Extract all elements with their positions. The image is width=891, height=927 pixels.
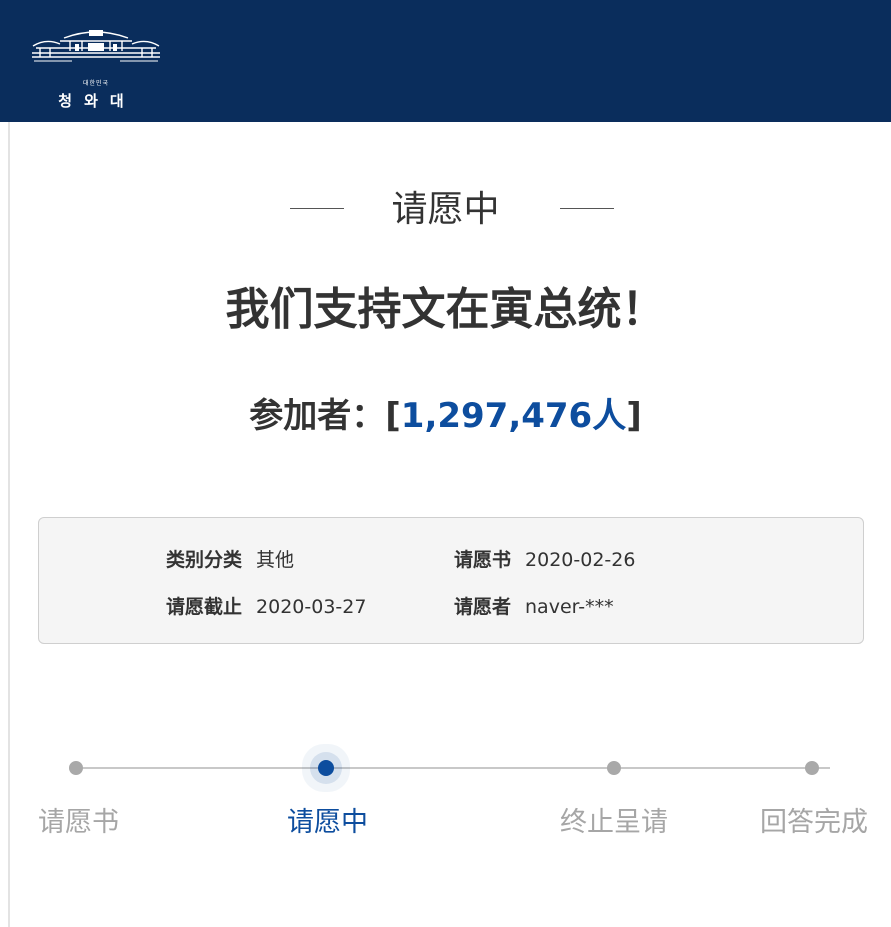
logo-title-text: 청와대 [58,92,136,110]
info-author-value: naver-*** [525,596,614,618]
petition-info-box: 类别分类 其他 请愿书 2020-02-26 请愿截止 2020-03-27 请愿者 n… [38,517,864,644]
info-end-date: 请愿截止 2020-03-27 [166,593,366,621]
step-dot-3 [607,761,621,775]
participants-suffix: ] [626,396,642,436]
step-dot-1 [69,761,83,775]
blue-house-building-icon [32,30,160,62]
petition-status-heading: 请愿中 [391,189,500,230]
info-author: 请愿者 naver-*** [454,593,614,621]
left-border [8,122,10,927]
info-start-date: 请愿书 2020-02-26 [454,546,635,574]
participants-prefix: 参加者：[ [249,396,401,436]
site-header: 대한민국 청와대 [0,0,891,122]
participants-number: 1,297,476人 [400,396,627,436]
cheongwadae-logo[interactable]: 대한민국 청와대 [30,24,162,110]
step-dot-2-active [318,760,334,776]
info-category: 类别分类 其他 [166,546,294,574]
step-dot-4 [805,761,819,775]
step-label-2: 请愿中 [287,807,368,838]
info-start-value: 2020-02-26 [525,549,636,571]
progress-track [76,767,830,769]
petition-title: 我们支持文在寅总统！ [225,284,666,335]
info-end-value: 2020-03-27 [256,596,367,618]
info-end-label: 请愿截止 [166,596,243,618]
info-category-label: 类别分类 [166,549,243,571]
info-start-label: 请愿书 [454,549,512,571]
step-label-1: 请愿书 [38,807,119,838]
info-author-label: 请愿者 [454,596,512,618]
participants-count: 参加者：[1,297,476人] [0,392,891,440]
step-label-4: 回答完成 [760,807,868,838]
info-category-value: 其他 [256,549,295,571]
logo-country-text: 대한민국 [82,80,110,87]
step-label-3: 终止呈请 [560,807,668,838]
